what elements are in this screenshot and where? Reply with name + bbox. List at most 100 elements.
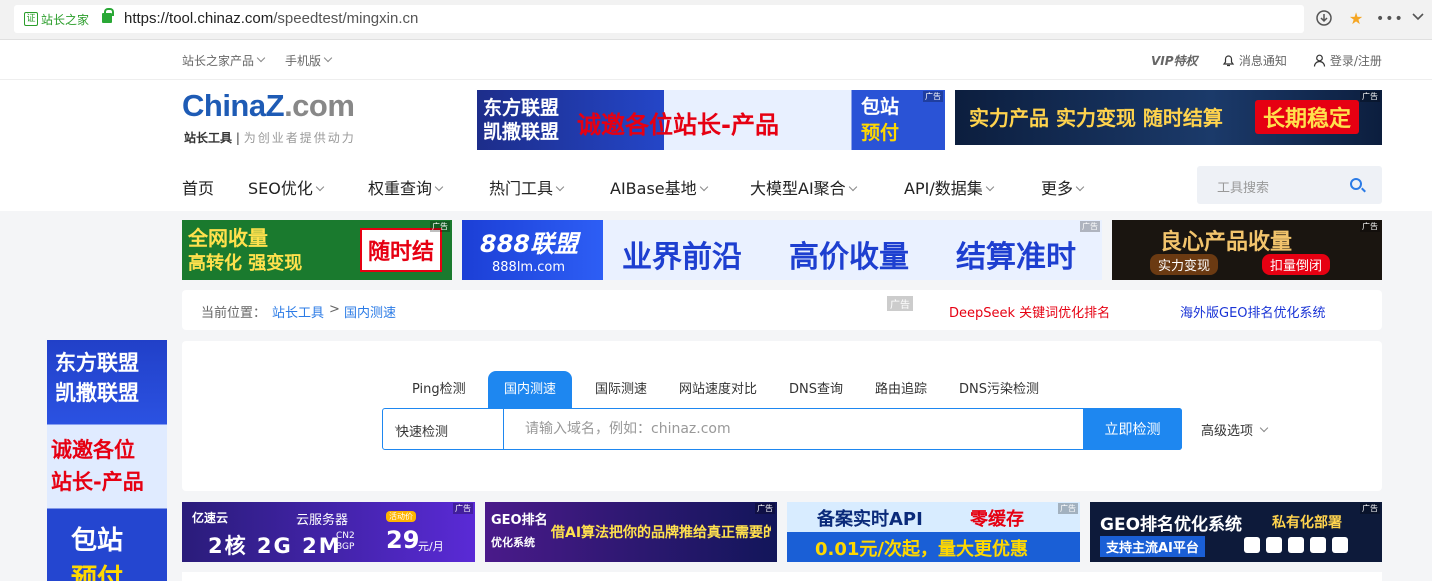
bell-icon — [1222, 55, 1235, 67]
url-text[interactable]: https://tool.chinaz.com/speedtest/mingxi… — [124, 10, 418, 27]
tab-domestic-speed[interactable]: 国内测速 — [488, 371, 572, 409]
logo-slogan: 为创业者提供动力 — [243, 131, 356, 145]
nav-seo[interactable]: SEO优化 — [248, 175, 325, 199]
logo-brand-a: China — [182, 88, 266, 123]
ad-text: 凯撒联盟 — [55, 381, 139, 405]
nav-weight[interactable]: 权重查询 — [368, 175, 444, 199]
tab-ping[interactable]: Ping检测 — [412, 371, 466, 409]
advanced-options[interactable]: 高级选项 — [1201, 420, 1269, 439]
ad-banner-row2-3[interactable]: 良心产品收量 实力变现 扣量倒闭 广告 — [1112, 220, 1382, 280]
breadcrumb: 当前位置： 站长工具 > 国内测速 广告 DeepSeek 关键词优化排名 海外… — [182, 290, 1382, 330]
ad-banner-row2-2[interactable]: 888联盟 888lm.com 业界前沿 高价收量 结算准时 广告 — [462, 220, 1102, 280]
ad-text: 0.01元/次起，量大更优惠 — [815, 539, 1028, 560]
address-box[interactable]: 证 站长之家 https://tool.chinaz.com/speedtest… — [14, 5, 1304, 33]
nav-label: AIBase基地 — [610, 179, 697, 198]
ad-flag: 广告 — [755, 503, 775, 514]
ad-flag: 广告 — [453, 503, 473, 514]
ai-platform-icon — [1310, 537, 1326, 553]
ad-text: 元/月 — [418, 540, 444, 553]
breadcrumb-home-link[interactable]: 站长工具 — [272, 302, 324, 321]
logo-tagline: 站长工具 | 为创业者提供动力 — [184, 131, 356, 145]
speedtest-form: 快速检测 立即检测 — [382, 408, 1182, 450]
nav-label: API/数据集 — [904, 179, 983, 198]
site-cert-badge[interactable]: 证 站长之家 — [24, 10, 89, 28]
ad-text: 站长-产品 — [51, 470, 144, 494]
start-test-button[interactable]: 立即检测 — [1083, 408, 1182, 450]
ad-banner-bottom-2[interactable]: GEO排名优化系统 借AI算法把你的品牌推给真正需要的客户 广告 — [485, 502, 777, 562]
chevron-down-icon — [434, 182, 444, 192]
tool-search-placeholder: 工具搜索 — [1217, 181, 1270, 196]
ad-text: 活动价 — [386, 511, 416, 522]
ad-banner-bottom-1[interactable]: 亿速云 云服务器 2核 2G 2M CN2 BGP 活动价 29 元/月 广告 — [182, 502, 475, 562]
ad-flag: 广告 — [887, 296, 913, 311]
tab-dns[interactable]: DNS查询 — [789, 371, 843, 409]
ad-banner-top-2[interactable]: 实力产品 实力变现 随时结算 长期稳定 广告 — [955, 90, 1382, 145]
ad-text: 888联盟 — [480, 230, 579, 258]
products-menu[interactable]: 站长之家产品 — [182, 52, 266, 69]
nav-home[interactable]: 首页 — [182, 175, 214, 199]
search-icon[interactable] — [1350, 178, 1362, 190]
ad-text: 诚邀各位站长-产品 — [577, 111, 779, 139]
ad-link-deepseek[interactable]: DeepSeek 关键词优化排名 — [949, 302, 1110, 321]
mode-select[interactable]: 快速检测 — [383, 409, 504, 449]
breadcrumb-separator: > — [329, 302, 340, 317]
download-icon[interactable] — [1314, 9, 1334, 29]
more-icon[interactable]: ••• — [1376, 9, 1403, 29]
ad-flag: 广告 — [1360, 221, 1380, 232]
next-section — [182, 572, 1382, 581]
tab-traceroute[interactable]: 路由追踪 — [875, 371, 927, 409]
nav-llm[interactable]: 大模型AI聚合 — [750, 175, 857, 199]
chevron-down-icon — [985, 182, 994, 192]
chevron-down-icon — [1075, 182, 1085, 192]
cert-icon: 证 — [24, 12, 38, 26]
ad-link-geo[interactable]: 海外版GEO排名优化系统 — [1180, 302, 1326, 321]
nav-label: 大模型AI聚合 — [750, 179, 846, 198]
nav-hot-tools[interactable]: 热门工具 — [489, 175, 565, 199]
ad-text: 预付 — [71, 564, 124, 581]
ai-platform-icon — [1266, 537, 1282, 553]
tab-speed-compare[interactable]: 网站速度对比 — [679, 371, 757, 409]
mobile-menu[interactable]: 手机版 — [285, 52, 333, 69]
ad-flag: 广告 — [1360, 91, 1380, 102]
tab-dns-pollution[interactable]: DNS污染检测 — [959, 371, 1039, 409]
login-link[interactable]: 登录/注册 — [1313, 52, 1382, 69]
nav-api[interactable]: API/数据集 — [904, 175, 994, 199]
ad-text: BGP — [336, 542, 355, 552]
domain-input[interactable] — [505, 409, 1083, 449]
ad-banner-bottom-4[interactable]: GEO排名优化系统 私有化部署 支持主流AI平台 广告 — [1090, 502, 1382, 562]
ad-banner-row2-1[interactable]: 全网收量 高转化 强变现 随时结 广告 — [182, 220, 452, 280]
ad-text: 实力变现 — [1150, 254, 1219, 275]
vip-link[interactable]: VIP特权 — [1151, 52, 1198, 69]
ad-banner-side[interactable]: 东方联盟 凯撒联盟 诚邀各位 站长-产品 包站 预付 — [47, 340, 167, 581]
breadcrumb-current[interactable]: 国内测速 — [344, 302, 396, 321]
ad-text: 零缓存 — [970, 509, 1024, 530]
ad-banner-top-1[interactable]: 东方联盟 凯撒联盟 诚邀各位站长-产品 包站 预付 广告 — [477, 90, 945, 150]
ad-text: 优化系统 — [491, 536, 535, 549]
tool-search[interactable]: 工具搜索 — [1197, 166, 1382, 204]
star-icon[interactable]: ★ — [1346, 9, 1366, 29]
tab-intl-speed[interactable]: 国际测速 — [595, 371, 647, 409]
user-icon — [1313, 54, 1326, 67]
products-label: 站长之家产品 — [182, 54, 255, 68]
nav-aibase[interactable]: AIBase基地 — [610, 175, 708, 199]
ad-text: 借AI算法把你的品牌推给真正需要的客户 — [551, 525, 771, 541]
chevron-down-icon[interactable] — [1408, 9, 1428, 29]
ai-platform-icons — [1244, 537, 1348, 553]
ad-text: GEO排名优化系统 — [1100, 515, 1243, 535]
nav-more[interactable]: 更多 — [1041, 175, 1085, 199]
site-logo[interactable]: ChinaZ.com 站长工具 | 为创业者提供动力 — [182, 88, 392, 148]
advanced-options-label: 高级选项 — [1201, 424, 1254, 439]
ad-text: GEO排名 — [491, 513, 548, 528]
ad-flag: 广告 — [923, 91, 943, 102]
ad-text: 支持主流AI平台 — [1100, 536, 1205, 557]
notifications-link[interactable]: 消息通知 — [1222, 52, 1287, 69]
mobile-label: 手机版 — [285, 54, 322, 68]
chevron-down-icon — [315, 182, 325, 192]
ad-text: 长期稳定 — [1255, 100, 1360, 134]
ad-flag: 广告 — [1058, 503, 1078, 514]
ai-platform-icon — [1244, 537, 1260, 553]
ad-banner-bottom-3[interactable]: 备案实时API 零缓存 0.01元/次起，量大更优惠 广告 — [787, 502, 1080, 562]
ad-text: 云服务器 — [296, 513, 349, 528]
login-label: 登录/注册 — [1329, 54, 1382, 68]
ad-text: 高转化 强变现 — [188, 253, 303, 274]
